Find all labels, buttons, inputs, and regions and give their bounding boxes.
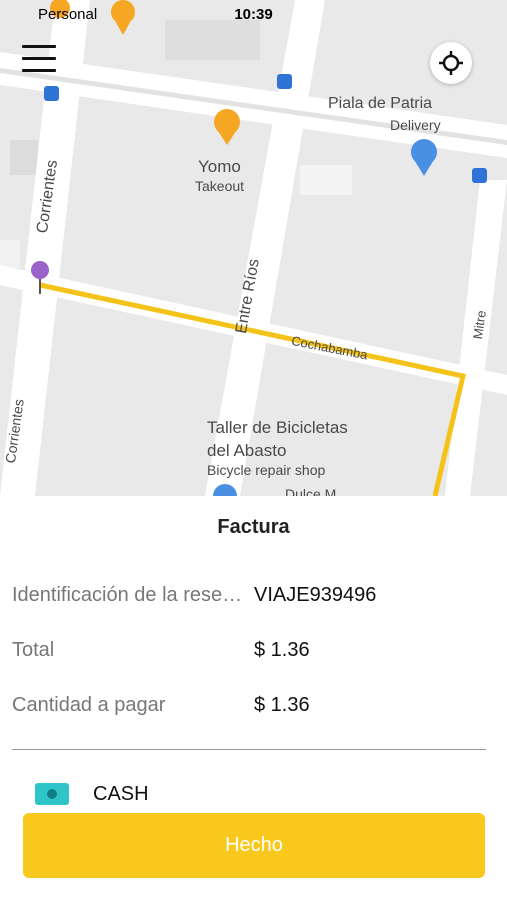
amount-due-row: Cantidad a pagar $ 1.36 <box>12 694 492 724</box>
poi-yomo-name: Yomo <box>198 157 241 176</box>
total-label: Total <box>12 639 55 661</box>
amount-due-value: $ 1.36 <box>254 694 310 716</box>
invoice-sheet: Factura Identificación de la reserva VIA… <box>0 496 507 900</box>
divider <box>12 749 486 750</box>
booking-id-value: VIAJE939496 <box>254 584 377 606</box>
poi-taller-line1: Taller de Bicicletas <box>207 418 348 437</box>
clock: 10:39 <box>234 6 273 23</box>
map-view[interactable]: Personal 10:39 Corrientes Corrientes Ent… <box>0 0 507 496</box>
done-button[interactable]: Hecho <box>23 813 485 878</box>
invoice-title: Factura <box>217 516 290 538</box>
payment-method-label: CASH <box>93 783 149 805</box>
total-row: Total $ 1.36 <box>12 639 492 669</box>
locate-me-button[interactable] <box>430 42 472 84</box>
poi-piala-type: Delivery <box>390 117 441 133</box>
amount-due-label: Cantidad a pagar <box>12 694 166 716</box>
poi-partial-label: Dulce M <box>285 486 337 496</box>
poi-taller-line2: del Abasto <box>207 441 287 460</box>
total-value: $ 1.36 <box>254 639 310 661</box>
menu-icon <box>22 45 56 48</box>
booking-id-label: Identificación de la reserva <box>12 584 244 606</box>
menu-button[interactable] <box>22 45 56 79</box>
booking-id-row: Identificación de la reserva VIAJE939496 <box>12 584 492 614</box>
crosshair-icon <box>439 51 463 75</box>
cash-icon <box>35 783 69 805</box>
status-bar: Personal 10:39 <box>0 0 507 30</box>
poi-yomo-type: Takeout <box>195 178 245 194</box>
poi-piala-name: Piala de Patria <box>328 95 433 112</box>
poi-taller-type: Bicycle repair shop <box>207 462 326 478</box>
